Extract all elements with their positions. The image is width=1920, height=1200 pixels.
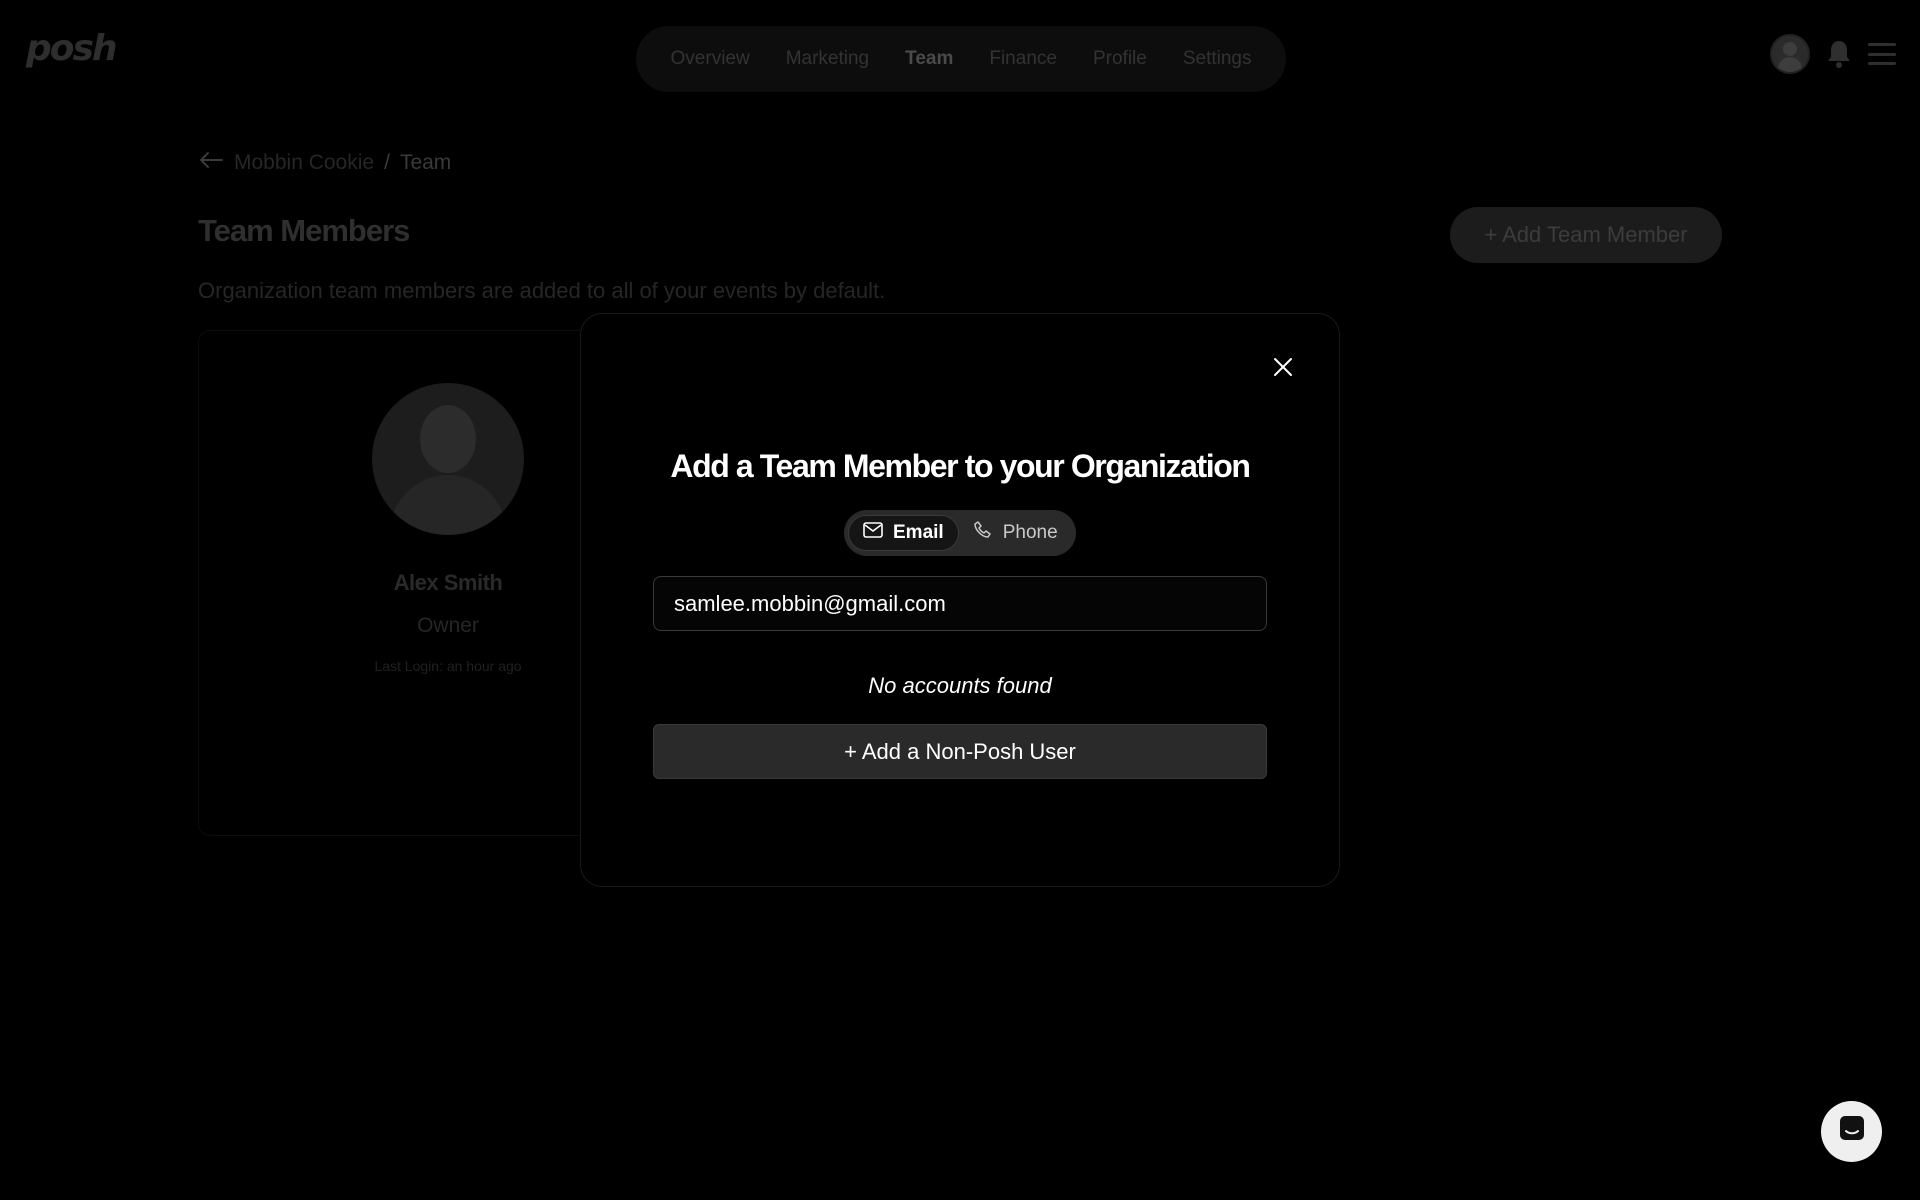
phone-icon (973, 520, 993, 546)
breadcrumb-parent[interactable]: Mobbin Cookie (234, 151, 374, 175)
toggle-phone[interactable]: Phone (959, 515, 1072, 551)
member-name: Alex Smith (393, 570, 503, 595)
page-title: Team Members (198, 213, 410, 248)
add-team-member-button[interactable]: + Add Team Member (1450, 207, 1722, 263)
nav-settings[interactable]: Settings (1165, 48, 1270, 70)
chat-icon (1838, 1114, 1866, 1149)
chat-launcher-button[interactable] (1821, 1101, 1882, 1162)
nav-marketing[interactable]: Marketing (768, 48, 887, 70)
top-nav: Overview Marketing Team Finance Profile … (636, 26, 1286, 92)
header-actions (1770, 34, 1896, 74)
toggle-email[interactable]: Email (848, 515, 959, 551)
member-avatar (372, 383, 524, 535)
nav-overview[interactable]: Overview (653, 48, 768, 70)
user-avatar[interactable] (1770, 34, 1810, 74)
page-subtitle: Organization team members are added to a… (198, 278, 886, 303)
nav-profile[interactable]: Profile (1075, 48, 1165, 70)
contact-method-toggle: Email Phone (844, 510, 1076, 556)
toggle-email-label: Email (893, 522, 944, 543)
nav-finance[interactable]: Finance (971, 48, 1075, 70)
add-non-posh-user-button[interactable]: + Add a Non-Posh User (653, 724, 1267, 779)
breadcrumb: Mobbin Cookie / Team (198, 150, 451, 176)
posh-logo[interactable]: posh (26, 28, 118, 69)
modal-title: Add a Team Member to your Organization (670, 448, 1251, 484)
nav-team[interactable]: Team (887, 48, 971, 70)
close-icon[interactable] (1271, 355, 1295, 379)
breadcrumb-separator: / (384, 151, 390, 174)
no-accounts-message: No accounts found (868, 673, 1052, 698)
hamburger-menu-icon[interactable] (1868, 43, 1896, 65)
member-last-login: Last Login: an hour ago (374, 658, 522, 674)
breadcrumb-current: Team (399, 151, 452, 174)
member-role: Owner (417, 614, 479, 637)
mail-icon (863, 522, 883, 544)
arrow-left-icon[interactable] (198, 150, 224, 176)
toggle-phone-label: Phone (1002, 522, 1058, 543)
bell-icon[interactable] (1826, 39, 1852, 69)
email-input[interactable] (653, 576, 1267, 631)
